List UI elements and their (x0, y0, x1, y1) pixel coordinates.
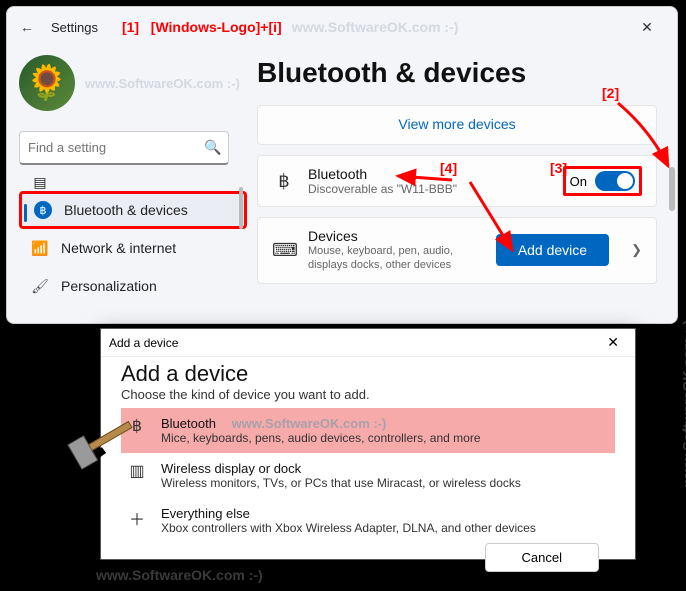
search-input[interactable] (28, 140, 204, 155)
view-more-devices-card[interactable]: View more devices (257, 105, 657, 145)
bluetooth-toggle[interactable] (595, 171, 635, 191)
add-device-dialog: Add a device ✕ Add a device Choose the k… (100, 328, 636, 560)
option-sub: Wireless monitors, TVs, or PCs that use … (161, 476, 521, 490)
option-bluetooth[interactable]: ฿ Bluetooth www.SoftwareOK.com :-) Mice,… (121, 408, 615, 453)
option-title: Everything else (161, 506, 536, 521)
wifi-icon: 📶 (31, 239, 49, 257)
page-title: Bluetooth & devices (257, 57, 657, 89)
bluetooth-title: Bluetooth (308, 166, 551, 182)
devices-subtitle: Mouse, keyboard, pen, audio, displays do… (308, 244, 484, 273)
system-icon: ▤ (31, 173, 49, 191)
option-everything-else[interactable]: ＋ Everything else Xbox controllers with … (121, 498, 615, 543)
devices-icon: ⌨ (272, 240, 296, 261)
search-icon: 🔍 (204, 139, 221, 156)
chevron-right-icon[interactable]: ❯ (631, 242, 642, 258)
main-content: Bluetooth & devices View more devices ฿ … (247, 47, 677, 323)
brush-icon: 🖌 (31, 277, 49, 295)
settings-window: ← Settings [1] [Windows-Logo]+[i] www.So… (6, 6, 678, 324)
cancel-button[interactable]: Cancel (485, 543, 599, 572)
search-box[interactable]: 🔍 (19, 131, 229, 165)
avatar[interactable]: 🌻 (19, 55, 75, 111)
watermark: www.SoftwareOK.com :-) (85, 76, 240, 91)
main-scrollbar[interactable] (669, 167, 675, 211)
back-button[interactable]: ← (15, 19, 39, 35)
titlebar: ← Settings [1] [Windows-Logo]+[i] www.So… (7, 7, 677, 47)
sidebar: 🌻 www.SoftwareOK.com :-) 🔍 ▤ System ฿ Bl… (7, 47, 247, 323)
window-title: Settings (51, 20, 98, 35)
option-title: Wireless display or dock (161, 461, 521, 476)
bluetooth-icon: ฿ (272, 171, 296, 192)
dialog-close-button[interactable]: ✕ (599, 334, 627, 351)
dialog-heading: Add a device (121, 361, 615, 387)
annotation-1: [1] [Windows-Logo]+[i] (122, 19, 282, 35)
sidebar-item-network[interactable]: 📶 Network & internet (19, 229, 247, 267)
devices-title: Devices (308, 228, 484, 244)
option-sub: Mice, keyboards, pens, audio devices, co… (161, 431, 481, 445)
dialog-title: Add a device (109, 336, 178, 350)
view-more-link[interactable]: View more devices (398, 116, 515, 132)
stick-figure-icon (14, 420, 134, 570)
watermark: www.SoftwareOK.com :-) (232, 416, 387, 431)
option-sub: Xbox controllers with Xbox Wireless Adap… (161, 521, 536, 535)
sidebar-item-bluetooth[interactable]: ฿ Bluetooth & devices (19, 191, 247, 229)
watermark: www.SoftwareOK.com :-) (680, 320, 686, 487)
watermark: www.SoftwareOK.com :-) (292, 19, 459, 35)
devices-card: ⌨ Devices Mouse, keyboard, pen, audio, d… (257, 217, 657, 284)
toggle-label: On (570, 174, 587, 189)
sunflower-icon: 🌻 (26, 63, 68, 103)
sidebar-item-personalization[interactable]: 🖌 Personalization (19, 267, 247, 305)
sidebar-scrollbar[interactable] (239, 187, 243, 229)
bluetooth-card: ฿ Bluetooth Discoverable as "W11-BBB" On (257, 155, 657, 207)
dialog-titlebar: Add a device ✕ (101, 329, 635, 357)
nav-list: ▤ System ฿ Bluetooth & devices 📶 Network… (19, 173, 247, 305)
bluetooth-icon: ฿ (34, 201, 52, 219)
option-title: Bluetooth (161, 416, 216, 431)
option-wireless-display[interactable]: ▥ Wireless display or dock Wireless moni… (121, 453, 615, 498)
dialog-subtitle: Choose the kind of device you want to ad… (121, 387, 615, 402)
sidebar-item-label: Personalization (61, 278, 157, 294)
close-button[interactable]: ✕ (625, 11, 669, 43)
add-device-button[interactable]: Add device (496, 234, 609, 266)
sidebar-item-label: Network & internet (61, 240, 176, 256)
sidebar-item-system[interactable]: ▤ System (19, 173, 247, 191)
bluetooth-subtitle: Discoverable as "W11-BBB" (308, 182, 551, 196)
bluetooth-toggle-wrap: On (563, 166, 642, 196)
sidebar-item-label: Bluetooth & devices (64, 202, 188, 218)
